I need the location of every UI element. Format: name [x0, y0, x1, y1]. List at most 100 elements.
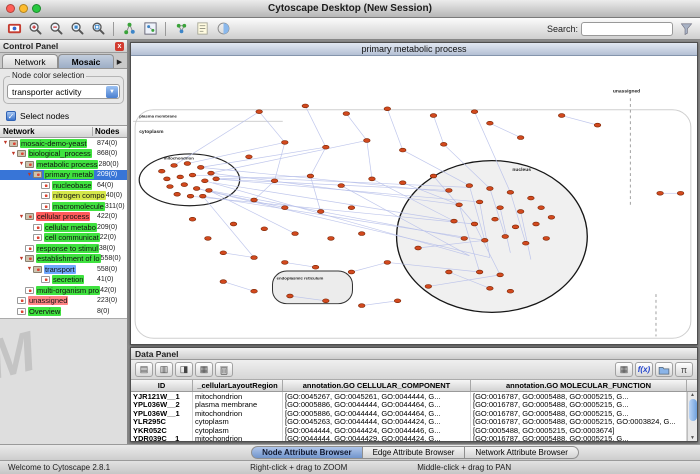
table-row[interactable]: YPL036W__1mitochondrion[GO:0005886, GO:0…	[131, 409, 697, 418]
network-view-frame: primary metabolic process plasma membran…	[130, 42, 698, 345]
tree-item-label: secretion	[52, 275, 84, 284]
scroll-up-icon[interactable]: ▲	[690, 392, 695, 398]
disclosure-triangle-icon[interactable]: ▼	[26, 172, 33, 178]
matrix-icon[interactable]: ▦	[615, 362, 633, 377]
table-cell: [GO:0044444, GO:0044424, GO:0044446, G..…	[283, 426, 471, 435]
tree-header-nodes[interactable]: Nodes	[93, 127, 127, 136]
folder-icon	[25, 161, 34, 168]
status-pan-hint: Middle-click + drag to PAN	[417, 463, 511, 472]
tree-header-network[interactable]: Network	[0, 127, 93, 136]
disclosure-triangle-icon[interactable]: ▼	[26, 266, 33, 272]
close-window-button[interactable]	[6, 4, 15, 13]
filter-icon[interactable]	[676, 20, 696, 38]
tree-row[interactable]: nucleobase64(0)	[0, 180, 127, 191]
file-icon	[41, 203, 50, 210]
tree-row[interactable]: ▼biological_process868(0)	[0, 149, 127, 160]
tab-edge-attribute-browser[interactable]: Edge Attribute Browser	[363, 446, 466, 459]
table-cell: cytoplasm	[193, 426, 283, 435]
annotation-icon[interactable]	[192, 20, 212, 38]
table-row[interactable]: YKR052Ccytoplasm[GO:0044444, GO:0044424,…	[131, 426, 697, 435]
file-icon	[25, 245, 34, 252]
table-row[interactable]: YJR121W__1mitochondrion[GO:0045267, GO:0…	[131, 392, 697, 401]
new-network-icon[interactable]	[171, 20, 191, 38]
network-graph[interactable]: plasma membranecytoplasmmitochondrionnuc…	[131, 56, 697, 344]
tab-node-attribute-browser[interactable]: Node Attribute Browser	[251, 446, 363, 459]
table-row[interactable]: YDR039C__1mitochondrion[GO:0044444, GO:0…	[131, 435, 697, 442]
network-view-title[interactable]: primary metabolic process	[131, 43, 697, 56]
tree-item-node-count: 422(0)	[97, 213, 127, 220]
tree-row[interactable]: Overview8(0)	[0, 306, 127, 317]
tree-item-label: cellular metabo	[44, 223, 97, 232]
disclosure-triangle-icon[interactable]: ▼	[2, 140, 9, 146]
tree-row[interactable]: unassigned223(0)	[0, 296, 127, 307]
window-controls	[6, 4, 41, 13]
tree-row[interactable]: multi-organism pro42(0)	[0, 285, 127, 296]
column-header[interactable]: ID	[131, 380, 193, 391]
tab-network-attribute-browser[interactable]: Network Attribute Browser	[465, 446, 578, 459]
unselect-all-attributes-icon[interactable]: ▥	[155, 362, 173, 377]
file-icon	[41, 192, 50, 199]
delete-attribute-icon[interactable]	[215, 362, 233, 377]
create-attribute-icon[interactable]: ▦	[195, 362, 213, 377]
column-header[interactable]: _cellularLayoutRegion	[193, 380, 283, 391]
svg-text:unassigned: unassigned	[613, 89, 640, 95]
tree-row[interactable]: nitrogen compo40(0)	[0, 191, 127, 202]
folder-icon	[33, 171, 42, 178]
tree-item-node-count: 874(0)	[97, 140, 127, 147]
select-all-attributes-icon[interactable]: ▤	[135, 362, 153, 377]
pi-icon[interactable]: π	[675, 362, 693, 377]
tree-row[interactable]: response to stimul38(0)	[0, 243, 127, 254]
tree-row[interactable]: macromolecule311(0)	[0, 201, 127, 212]
tree-row[interactable]: ▼mosaic-demo-yeast874(0)	[0, 138, 127, 149]
dropdown-arrow-icon: ▼	[106, 86, 118, 98]
table-scrollbar[interactable]: ▲ ▼	[687, 392, 697, 441]
folder-icon	[33, 266, 42, 273]
tree-row[interactable]: ▼transport558(0)	[0, 264, 127, 275]
zoom-fit-icon[interactable]	[88, 20, 108, 38]
disclosure-triangle-icon[interactable]: ▼	[18, 214, 25, 220]
scroll-thumb[interactable]	[689, 399, 697, 421]
control-panel-close-icon[interactable]: x	[115, 42, 124, 51]
zoom-window-button[interactable]	[32, 4, 41, 13]
network-canvas[interactable]: plasma membranecytoplasmmitochondrionnuc…	[131, 56, 697, 344]
tree-row[interactable]: secretion41(0)	[0, 275, 127, 286]
tree-item-label: Overview	[28, 307, 61, 316]
title-bar[interactable]: Cytoscape Desktop (New Session)	[0, 0, 700, 18]
tree-item-node-count: 40(0)	[106, 192, 127, 199]
scroll-down-icon[interactable]: ▼	[690, 435, 695, 441]
select-attributes-icon[interactable]: ◨	[175, 362, 193, 377]
column-header[interactable]: annotation.GO MOLECULAR_FUNCTION	[471, 380, 687, 391]
tab-mosaic[interactable]: Mosaic	[58, 54, 114, 68]
disclosure-triangle-icon[interactable]: ▼	[18, 256, 25, 262]
tree-row[interactable]: cell communicat22(0)	[0, 233, 127, 244]
more-tabs-arrow-icon[interactable]: ▶	[114, 58, 125, 68]
tree-row[interactable]: ▼cellular process422(0)	[0, 212, 127, 223]
column-header[interactable]: annotation.GO CELLULAR_COMPONENT	[283, 380, 471, 391]
tree-item-node-count: 558(0)	[97, 266, 127, 273]
select-nodes-checkbox[interactable]: ✓	[6, 111, 16, 121]
app-icon[interactable]	[4, 20, 24, 38]
zoom-out-icon[interactable]	[46, 20, 66, 38]
tree-row[interactable]: cellular metabo209(0)	[0, 222, 127, 233]
tree-item-node-count: 22(0)	[100, 234, 127, 241]
search-input[interactable]	[581, 22, 673, 36]
disclosure-triangle-icon[interactable]: ▼	[18, 161, 25, 167]
table-row[interactable]: YPL036W__2plasma membrane[GO:0005886, GO…	[131, 401, 697, 410]
tree-row[interactable]: ▼primary metab209(0)	[0, 170, 127, 181]
function-builder-icon[interactable]: f(x)	[635, 362, 653, 377]
vizmapper-icon[interactable]	[213, 20, 233, 38]
first-neighbors-icon[interactable]	[119, 20, 139, 38]
tab-network[interactable]: Network	[2, 54, 58, 68]
network-overview-icon[interactable]	[140, 20, 160, 38]
tree-row[interactable]: ▼establishment of lo558(0)	[0, 254, 127, 265]
minimize-window-button[interactable]	[19, 4, 28, 13]
zoom-in-icon[interactable]	[25, 20, 45, 38]
zoom-selected-icon[interactable]	[67, 20, 87, 38]
data-panel-toolbar: ▤▥◨▦ ▦f(x)π	[131, 360, 697, 380]
import-attributes-icon[interactable]	[655, 362, 673, 377]
data-panel-header: Data Panel	[131, 348, 697, 360]
node-color-dropdown[interactable]: transporter activity ▼	[7, 84, 120, 99]
tree-row[interactable]: ▼metabolic process280(0)	[0, 159, 127, 170]
table-row[interactable]: YLR295Ccytoplasm[GO:0045263, GO:0044444,…	[131, 418, 697, 427]
disclosure-triangle-icon[interactable]: ▼	[10, 151, 17, 157]
